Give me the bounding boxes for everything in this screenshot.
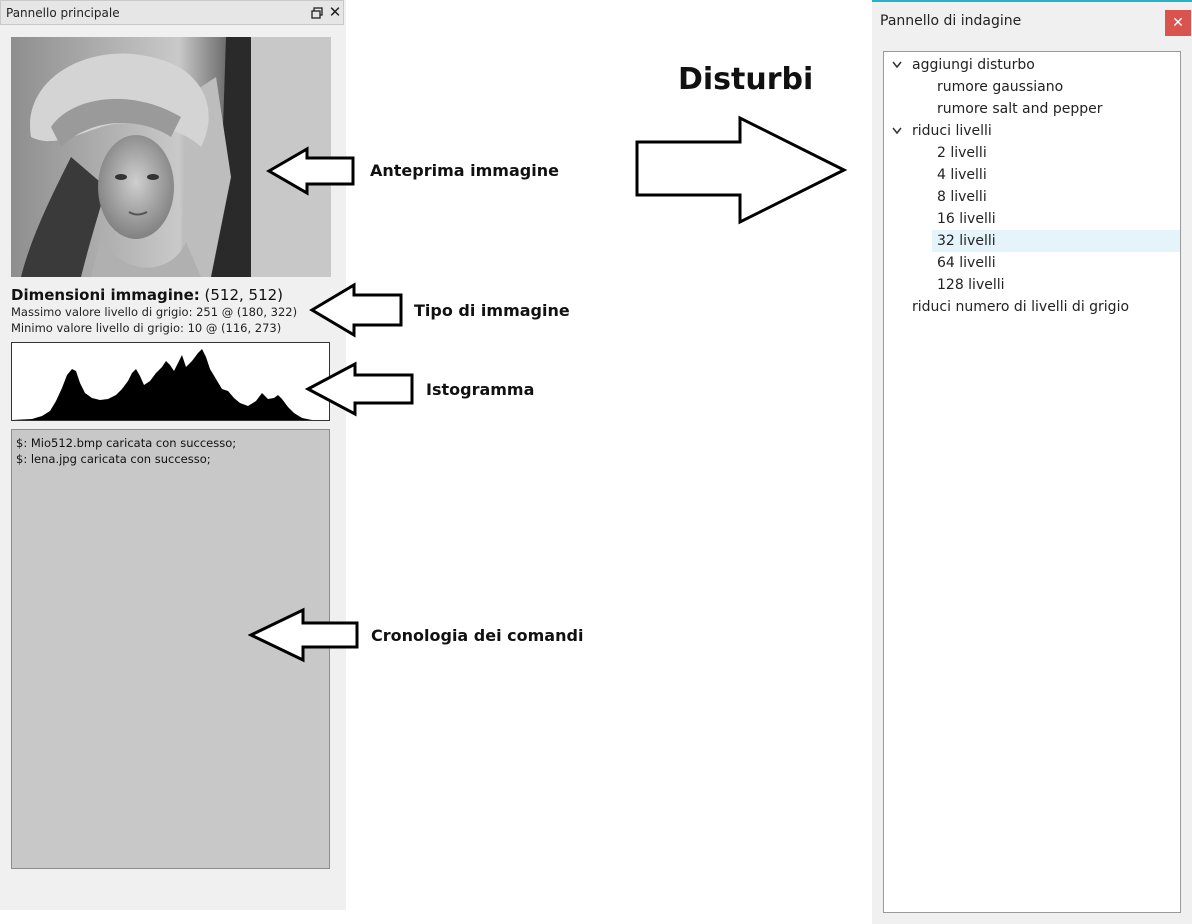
tree-item-label: aggiungi disturbo [912,57,1035,73]
history-annotation: Cronologia dei comandi [371,626,584,645]
chevron-down-icon[interactable] [890,54,904,76]
disturbi-arrow-icon [635,115,848,225]
histogram-arrow-icon [305,361,414,417]
tree-item-label: 2 livelli [937,145,987,161]
tree-item-2-livelli[interactable]: 2 livelli [884,142,1180,164]
tree-item-16-livelli[interactable]: 16 livelli [884,208,1180,230]
tree-item-riduci-livelli[interactable]: riduci livelli [884,120,1180,142]
min-gray-level: Minimo valore livello di grigio: 10 @ (1… [11,321,282,335]
main-panel-titlebar[interactable]: Pannello principale ✕ [0,0,344,25]
tree-item-128-livelli[interactable]: 128 livelli [884,274,1180,296]
disturbi-heading: Disturbi [678,62,814,97]
history-line: $: Mio512.bmp caricata con successo; [16,436,237,450]
tree-item-label: 32 livelli [937,233,996,249]
histogram-plot [12,349,312,420]
histogram [11,342,330,421]
main-panel-title: Pannello principale [6,6,120,20]
tree-item-label: 4 livelli [937,167,987,183]
main-panel: Pannello principale ✕ Dimensioni immagin… [0,0,346,910]
tree-item-64-livelli[interactable]: 64 livelli [884,252,1180,274]
history-line: $: lena.jpg caricata con successo; [16,452,211,466]
investigation-panel-title: Pannello di indagine [880,13,1022,29]
tree-item-label: 16 livelli [937,211,996,227]
preview-arrow-icon [266,146,355,196]
investigation-panel: Pannello di indagine ✕ aggiungi disturbo… [872,0,1192,924]
tree-item-32-livelli[interactable]: 32 livelli [932,230,1180,252]
tree-item-rumore-gaussiano[interactable]: rumore gaussiano [884,76,1180,98]
tree-item-label: 64 livelli [937,255,996,271]
operations-tree[interactable]: aggiungi disturbo rumore gaussiano rumor… [883,51,1181,913]
type-arrow-icon [309,282,403,338]
close-icon[interactable]: ✕ [1165,10,1191,36]
dimensions-value: (512, 512) [204,286,284,304]
tree-item-label: rumore gaussiano [937,79,1064,95]
portrait-thumbnail [11,37,251,277]
preview-annotation: Anteprima immagine [370,161,559,180]
tree-item-label: riduci numero di livelli di grigio [912,299,1130,315]
tree-item-riduci-numero-livelli-grigio[interactable]: riduci numero di livelli di grigio [884,296,1180,318]
tree-item-4-livelli[interactable]: 4 livelli [884,164,1180,186]
history-arrow-icon [248,607,359,663]
histogram-annotation: Istogramma [426,380,535,399]
tree-item-aggiungi-disturbo[interactable]: aggiungi disturbo [884,54,1180,76]
tree-item-label: 128 livelli [937,277,1005,293]
tree-item-label: 8 livelli [937,189,987,205]
max-gray-level: Massimo valore livello di grigio: 251 @ … [11,305,298,319]
type-annotation: Tipo di immagine [414,301,570,320]
tree-item-rumore-salt-and-pepper[interactable]: rumore salt and pepper [884,98,1180,120]
image-dimensions: Dimensioni immagine: (512, 512) [11,286,283,304]
dimensions-label: Dimensioni immagine: [11,286,200,304]
close-icon[interactable]: ✕ [328,4,342,20]
tree-item-label: riduci livelli [912,123,992,139]
chevron-down-icon[interactable] [890,120,904,142]
float-window-icon[interactable] [310,6,324,20]
tree-item-8-livelli[interactable]: 8 livelli [884,186,1180,208]
tree-item-label: rumore salt and pepper [937,101,1103,117]
